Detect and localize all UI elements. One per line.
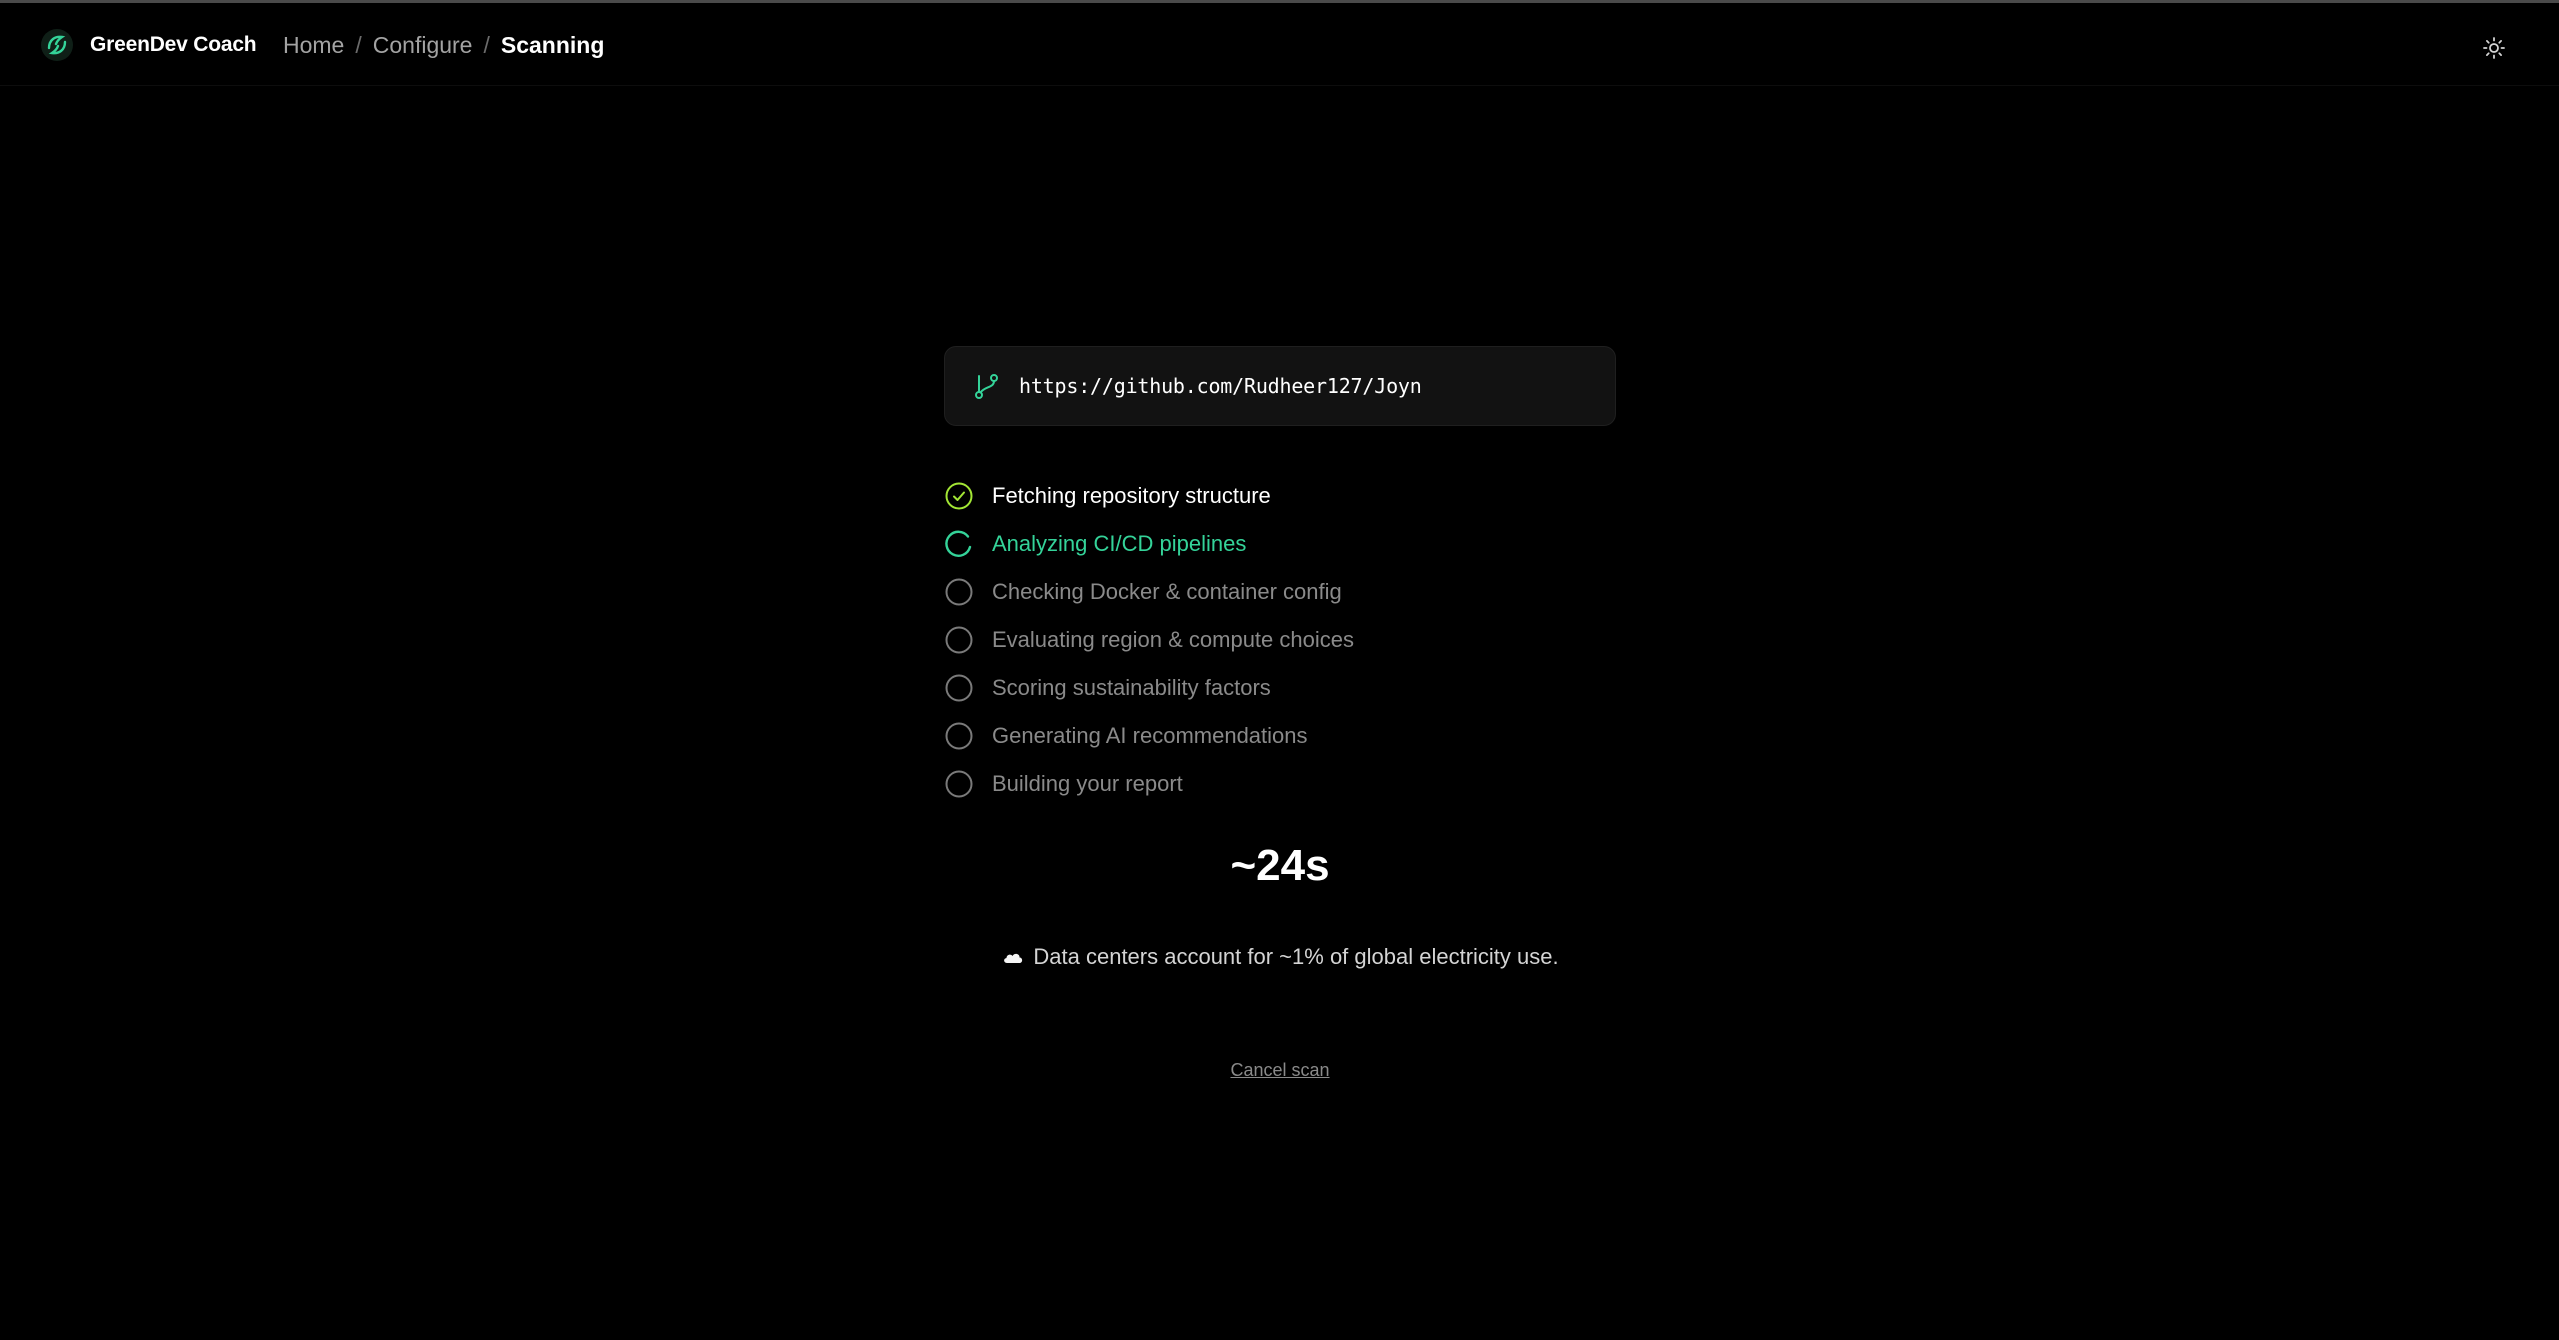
scan-step: Generating AI recommendations bbox=[944, 712, 1616, 760]
sun-icon bbox=[2483, 37, 2505, 59]
breadcrumb-separator: / bbox=[483, 31, 490, 58]
scan-step: Scoring sustainability factors bbox=[944, 664, 1616, 712]
scan-step: Fetching repository structure bbox=[944, 472, 1616, 520]
empty-circle-icon bbox=[945, 770, 973, 798]
breadcrumb-scanning: Scanning bbox=[500, 31, 605, 58]
fun-fact-text: Data centers account for ~1% of global e… bbox=[1033, 944, 1559, 969]
brand[interactable]: GreenDev Coach bbox=[40, 28, 257, 62]
scan-step-label: Generating AI recommendations bbox=[992, 723, 1308, 748]
logo-icon bbox=[41, 29, 73, 61]
breadcrumb-configure[interactable]: Configure bbox=[373, 32, 473, 59]
scan-steps-list: Fetching repository structure Analyzing … bbox=[944, 472, 1616, 808]
scan-page: GreenDev Coach Home / Configure / Scanni… bbox=[0, 0, 2559, 1340]
empty-circle-icon bbox=[945, 626, 973, 654]
empty-circle-icon bbox=[945, 722, 973, 750]
scan-step-label: Analyzing CI/CD pipelines bbox=[992, 531, 1247, 556]
cancel-scan-link[interactable]: Cancel scan bbox=[944, 1058, 1616, 1082]
theme-toggle-button[interactable] bbox=[2476, 30, 2512, 66]
scan-step: Checking Docker & container config bbox=[944, 568, 1616, 616]
scan-step: Analyzing CI/CD pipelines bbox=[944, 520, 1616, 568]
repo-url-card: https://github.com/Rudheer127/Joyn bbox=[944, 346, 1616, 426]
scan-step-label: Fetching repository structure bbox=[992, 483, 1271, 508]
cloud-icon bbox=[1004, 953, 1023, 963]
app-name: GreenDev Coach bbox=[90, 33, 257, 56]
scan-step: Evaluating region & compute choices bbox=[944, 616, 1616, 664]
breadcrumb-separator: / bbox=[355, 31, 362, 58]
check-circle-icon bbox=[945, 482, 973, 510]
scan-step-label: Building your report bbox=[992, 771, 1183, 796]
git-branch-icon bbox=[975, 374, 998, 399]
app-header: GreenDev Coach Home / Configure / Scanni… bbox=[0, 3, 2559, 86]
empty-circle-icon bbox=[945, 578, 973, 606]
fun-fact: Data centers account for ~1% of global e… bbox=[944, 940, 1616, 974]
time-remaining: ~24s bbox=[1230, 841, 1330, 890]
spinner-icon bbox=[945, 530, 972, 557]
breadcrumb-home[interactable]: Home bbox=[283, 32, 344, 59]
breadcrumb: Home / Configure / Scanning bbox=[283, 30, 604, 60]
repo-url: https://github.com/Rudheer127/Joyn bbox=[1019, 374, 1422, 398]
empty-circle-icon bbox=[945, 674, 973, 702]
scan-step-label: Checking Docker & container config bbox=[992, 579, 1342, 604]
scan-step: Building your report bbox=[944, 760, 1616, 808]
scan-step-label: Evaluating region & compute choices bbox=[992, 627, 1354, 652]
scan-step-label: Scoring sustainability factors bbox=[992, 675, 1271, 700]
